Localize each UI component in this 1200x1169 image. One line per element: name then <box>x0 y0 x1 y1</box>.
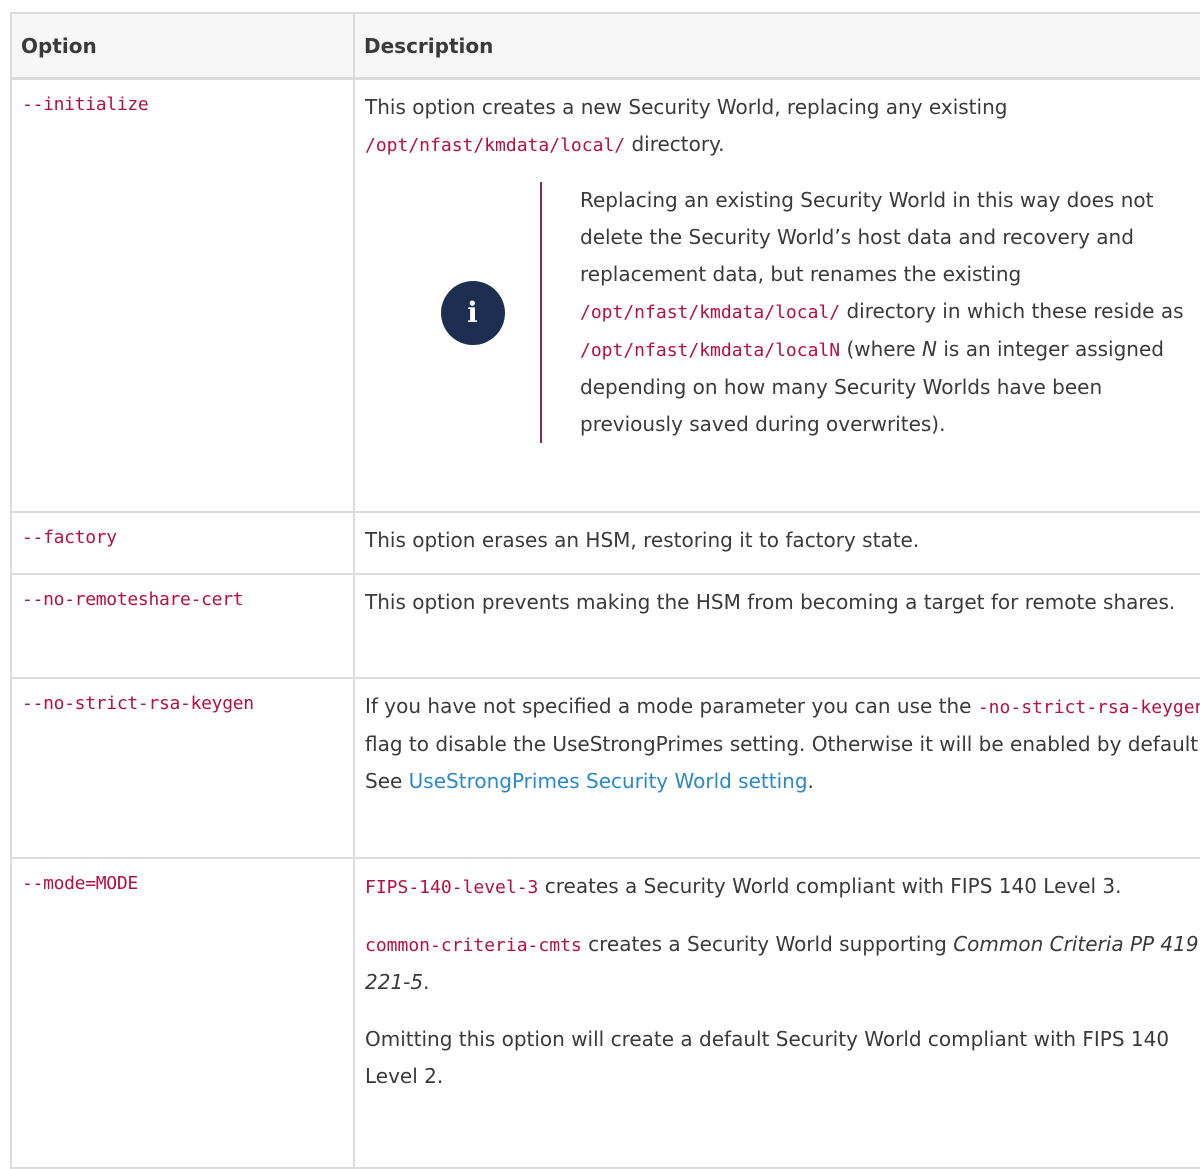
info-icon: i <box>440 280 505 345</box>
option-no-remoteshare-cert: --no-remoteshare-cert <box>22 588 244 610</box>
description-cell: This option erases an HSM, restoring it … <box>353 510 1200 575</box>
option-cell: --initialize <box>10 77 355 513</box>
table-row: --mode=MODE FIPS-140-level-3 creates a S… <box>10 856 1200 1169</box>
note-text: Replacing an existing Security World in … <box>580 188 1184 436</box>
options-table: Option Description --initialize This opt… <box>10 12 1200 1169</box>
description-cell: This option creates a new Security World… <box>353 77 1200 513</box>
info-note: i Replacing an existing Security World i… <box>365 182 1200 443</box>
table-header-row: Option Description <box>10 12 1200 80</box>
option-no-strict-rsa-keygen: --no-strict-rsa-keygen <box>22 692 254 714</box>
option-cell: --factory <box>10 510 355 575</box>
option-cell: --mode=MODE <box>10 856 355 1169</box>
table-row: --no-strict-rsa-keygen If you have not s… <box>10 676 1200 859</box>
table-row: --factory This option erases an HSM, res… <box>10 510 1200 575</box>
header-option: Option <box>10 12 355 80</box>
option-factory: --factory <box>22 526 117 548</box>
table-row: --initialize This option creates a new S… <box>10 77 1200 513</box>
description-cell: FIPS-140-level-3 creates a Security Worl… <box>353 856 1200 1169</box>
description-text: This option creates a new Security World… <box>365 95 1008 156</box>
option-initialize: --initialize <box>22 94 149 115</box>
table-row: --no-remoteshare-cert This option preven… <box>10 572 1200 679</box>
option-cell: --no-strict-rsa-keygen <box>10 676 355 859</box>
description-cell: If you have not specified a mode paramet… <box>353 676 1200 859</box>
header-description: Description <box>353 12 1200 80</box>
option-mode: --mode=MODE <box>22 872 138 894</box>
option-cell: --no-remoteshare-cert <box>10 572 355 679</box>
usestrongprimes-link[interactable]: UseStrongPrimes Security World setting <box>409 769 808 793</box>
description-cell: This option prevents making the HSM from… <box>353 572 1200 679</box>
